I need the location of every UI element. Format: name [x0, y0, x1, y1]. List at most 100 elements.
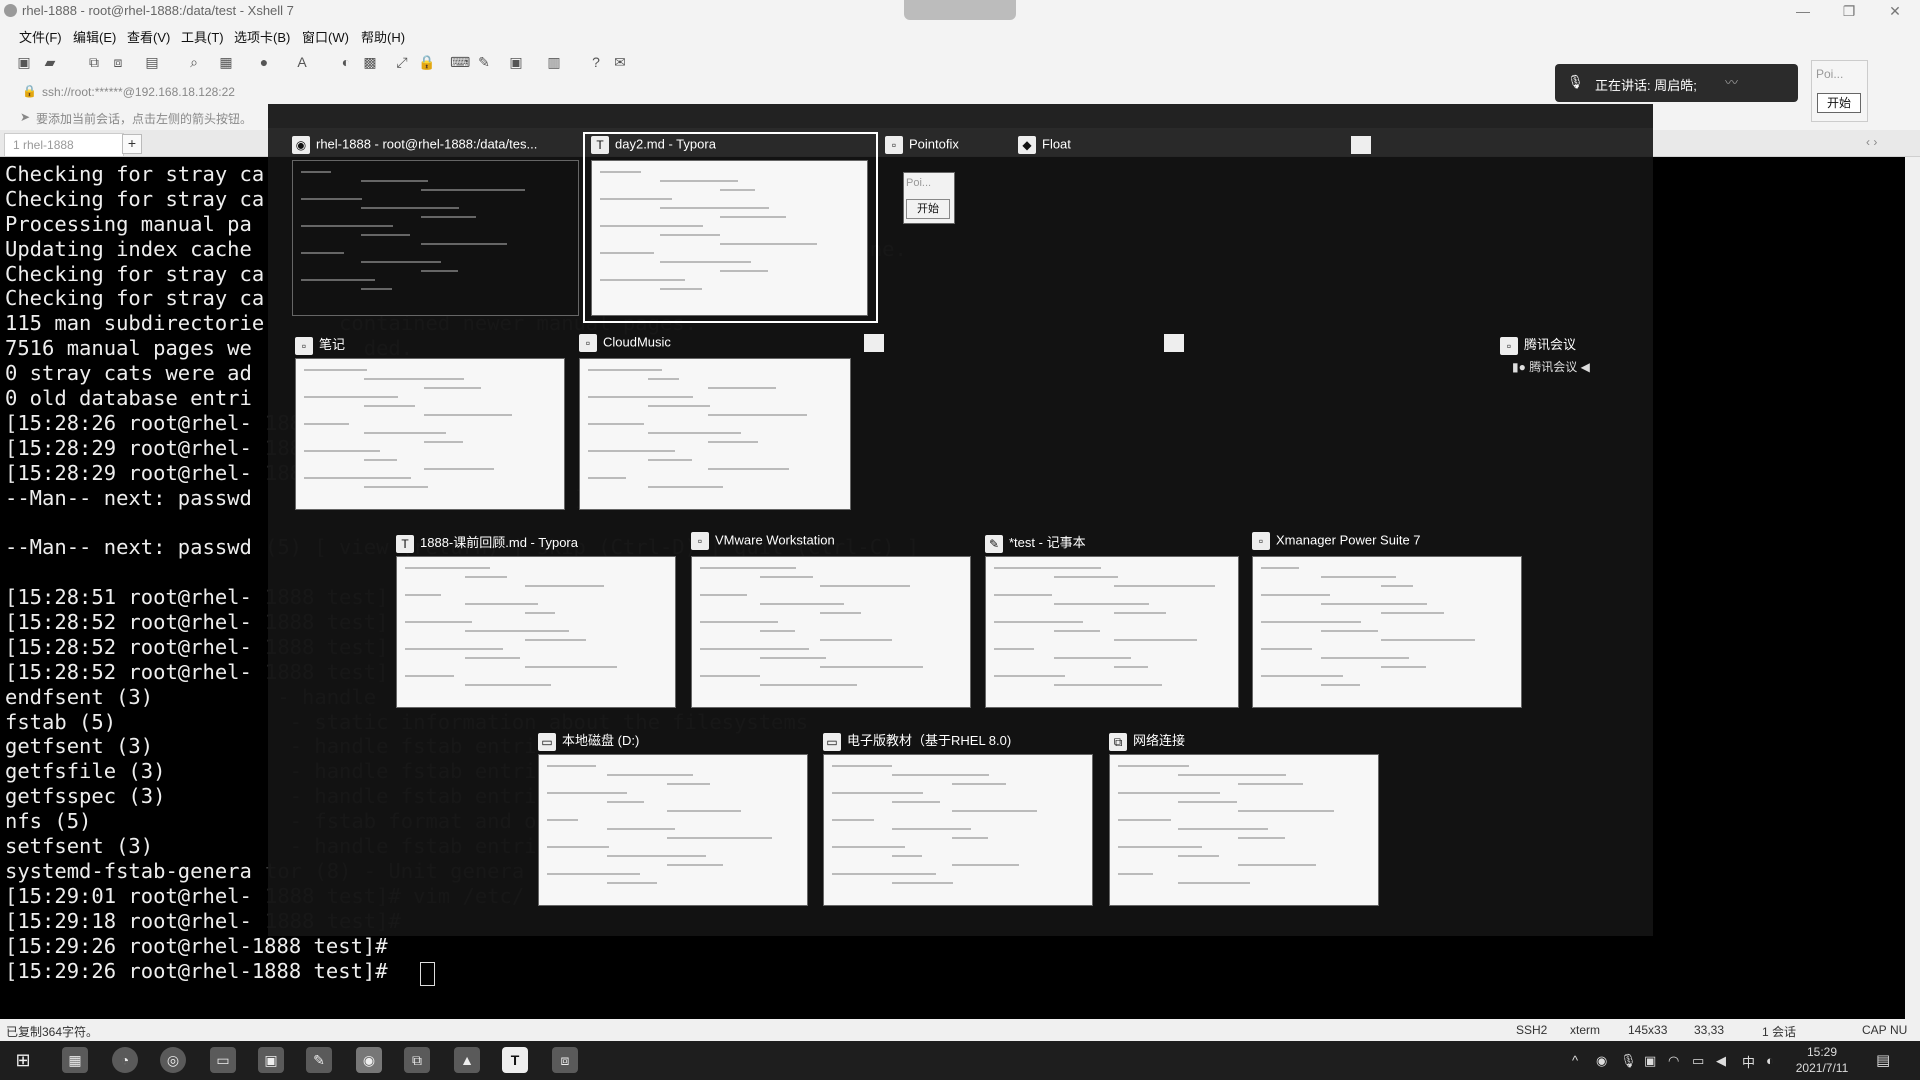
chat-icon[interactable]: ✉ — [612, 54, 628, 70]
menu-file[interactable]: 文件(F) — [19, 27, 62, 46]
tencent-sub-label: 腾讯会议 — [1529, 360, 1578, 374]
thumbnail-line — [588, 423, 644, 425]
thumbnail-line — [994, 567, 1101, 569]
window-title: 腾讯会议 — [1524, 337, 1577, 352]
menu-view[interactable]: 查看(V) — [127, 27, 170, 46]
thumbnail-line — [760, 657, 826, 659]
menu-tab[interactable]: 选项卡(B) — [234, 27, 290, 46]
help-icon[interactable]: ? — [588, 54, 604, 70]
thumbnail-line — [1238, 864, 1316, 866]
session-address[interactable]: ssh://root:******@192.168.18.128:22 — [42, 85, 235, 99]
tile-icon[interactable]: ▥ — [546, 54, 562, 70]
maximize-button[interactable]: ❐ — [1826, 0, 1872, 22]
reconnect-icon[interactable]: ⧉ — [86, 54, 102, 70]
thumbnail-line — [1261, 621, 1361, 623]
highlight-icon[interactable]: ✎ — [476, 54, 492, 70]
minimize-button[interactable]: — — [1780, 0, 1826, 22]
terminal-line: [15:29:26 root@rhel-1888 test]# — [5, 958, 400, 983]
thumbnail-line — [892, 855, 922, 857]
battery-icon[interactable]: ▭ — [1692, 1053, 1704, 1069]
thumbnail-line — [361, 288, 392, 290]
font-icon[interactable]: A — [294, 54, 310, 70]
firefox-icon[interactable]: ◔ — [112, 1047, 138, 1073]
xmanager-icon[interactable]: ⧉ — [404, 1047, 430, 1073]
clock[interactable]: 15:29 2021/7/11 — [1792, 1044, 1852, 1076]
vmware-icon[interactable]: ▣ — [258, 1047, 284, 1073]
microphone-icon[interactable]: 🎙 — [1620, 1053, 1637, 1069]
pointofix-start-button[interactable]: 开始 — [1817, 93, 1861, 113]
new-session-icon[interactable]: ▣ — [16, 54, 32, 70]
thumbnail-line — [648, 378, 679, 380]
xftp-icon[interactable]: ◐ — [338, 54, 354, 70]
tray-misc-icon[interactable]: ◐ — [1766, 1053, 1774, 1068]
notepad-icon[interactable]: ✎ — [306, 1047, 332, 1073]
menu-help[interactable]: 帮助(H) — [361, 27, 405, 46]
photos-icon[interactable]: ▲ — [454, 1047, 480, 1073]
open-folder-icon[interactable]: ▰ — [42, 54, 58, 70]
compose-icon[interactable]: ▣ — [508, 54, 524, 70]
thumbnail-line — [820, 639, 892, 641]
tray-monitor-icon[interactable]: ▣ — [1644, 1053, 1656, 1069]
thumbnail-line — [660, 180, 738, 182]
menu-tools[interactable]: 工具(T) — [181, 27, 224, 46]
lock-icon[interactable]: 🔒 — [418, 54, 435, 70]
typora-icon: T — [396, 534, 414, 553]
vertical-scrollbar[interactable] — [1905, 157, 1920, 1019]
pointofix-start-button[interactable]: 开始 — [906, 199, 950, 219]
menu-edit[interactable]: 编辑(E) — [73, 27, 116, 46]
window-icon[interactable] — [1351, 136, 1371, 154]
window-title: rhel-1888 - root@rhel-1888:/data/test - … — [22, 3, 294, 18]
thumbnail-line — [1178, 774, 1286, 776]
arrow-icon[interactable]: ➤ — [20, 110, 30, 124]
thumbnail-line — [1118, 873, 1153, 875]
thumbnail-line — [607, 828, 675, 830]
new-tab-button[interactable]: + — [122, 134, 142, 154]
thumbnail-line — [952, 810, 1037, 812]
thumbnail-line — [588, 369, 662, 371]
status-cap: CAP — [1862, 1023, 1887, 1037]
wifi-icon[interactable]: ◠ — [1668, 1053, 1679, 1069]
typora-icon[interactable]: T — [502, 1047, 528, 1073]
thumbnail-line — [892, 882, 953, 884]
window-icon[interactable] — [864, 334, 884, 352]
tray-chevron-icon[interactable]: ^ — [1572, 1053, 1578, 1068]
properties-icon[interactable]: ▤ — [144, 54, 160, 70]
hint-text: 要添加当前会话，点击左侧的箭头按钮。 — [36, 112, 253, 126]
tab-rhel-1888[interactable]: 1 rhel-1888 — [4, 133, 124, 156]
thumbnail-line — [588, 396, 693, 398]
window-icon[interactable] — [1164, 334, 1184, 352]
script-icon[interactable]: ▩ — [362, 54, 378, 70]
xshell-icon[interactable]: ◉ — [356, 1047, 382, 1073]
thumbnail-line — [361, 207, 459, 209]
thumbnail-line — [700, 648, 809, 650]
tray-app-icon[interactable]: ◉ — [1596, 1053, 1607, 1069]
top-grip-handle[interactable] — [904, 0, 1016, 20]
search-icon[interactable]: ⌕ — [186, 54, 202, 70]
file-explorer-icon[interactable]: ▭ — [210, 1047, 236, 1073]
chrome-icon[interactable]: ◎ — [160, 1047, 186, 1073]
folder-icon: ▭ — [823, 732, 841, 751]
volume-icon[interactable]: ◀ — [1716, 1053, 1726, 1069]
thumbnail-line — [301, 225, 393, 227]
thumbnail-line — [600, 171, 641, 173]
thumbnail-line — [952, 864, 1019, 866]
fullscreen-icon[interactable]: ⤢ — [394, 54, 410, 70]
taskview-window-typora-day2[interactable]: Tday2.md - Typora — [583, 132, 878, 323]
thumbnail-line — [1054, 630, 1100, 632]
notification-icon[interactable]: ▤ — [1876, 1051, 1890, 1069]
ime-indicator[interactable]: 中 — [1742, 1052, 1755, 1071]
network-icon[interactable]: ⧈ — [552, 1047, 578, 1073]
layout-icon[interactable]: ▦ — [218, 54, 234, 70]
start-icon[interactable]: ⊞ — [10, 1047, 36, 1073]
close-button[interactable]: ✕ — [1872, 0, 1918, 22]
thumbnail-line — [424, 441, 463, 443]
keyboard-icon[interactable]: ⌨ — [450, 54, 470, 70]
menu-window[interactable]: 窗口(W) — [302, 27, 349, 46]
tab-scroll-icon[interactable]: ‹ › — [1866, 135, 1877, 149]
thumbnail-line — [547, 846, 609, 848]
disconnect-icon[interactable]: ⧈ — [110, 54, 126, 70]
taskbar-app-icon[interactable]: ▦ — [62, 1047, 88, 1073]
clock-time: 15:29 — [1806, 1045, 1838, 1059]
globe-icon[interactable]: ● — [256, 54, 272, 70]
speaker-avatar-icon: 〰 — [1725, 75, 1739, 90]
